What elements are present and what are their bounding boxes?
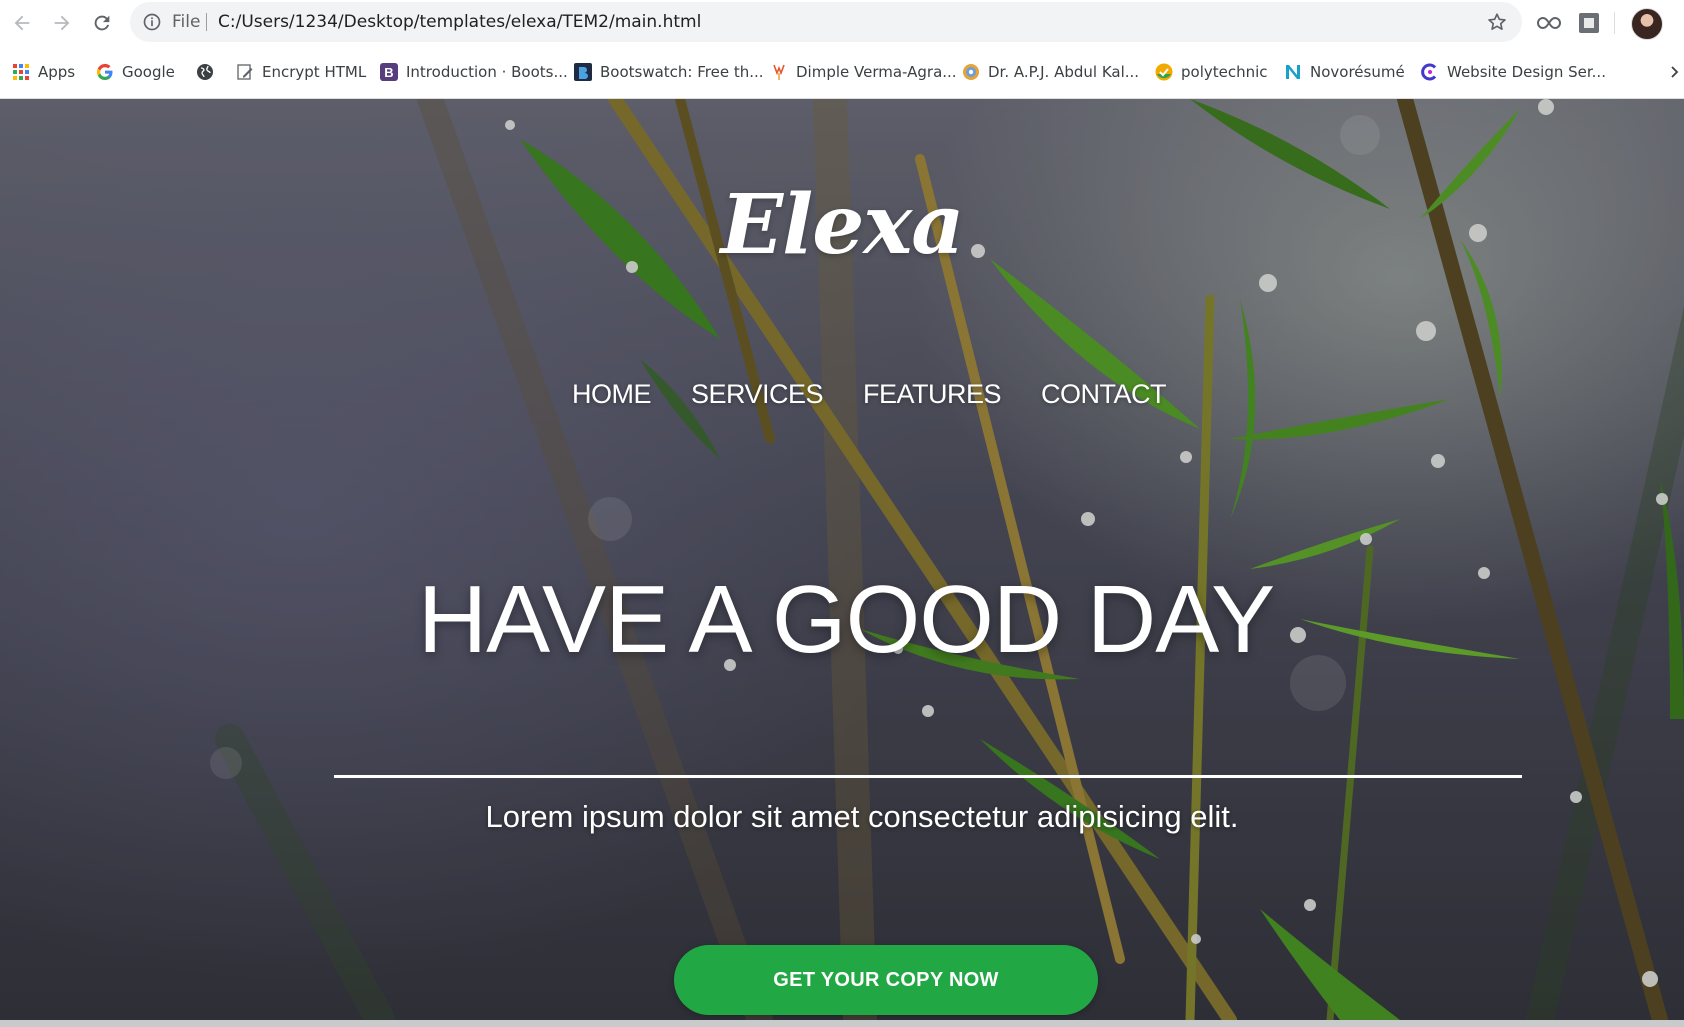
hero-divider <box>334 775 1522 778</box>
toolbar-divider <box>1614 12 1615 34</box>
get-copy-button[interactable]: GET YOUR COPY NOW <box>674 945 1098 1015</box>
bookmark-website-design[interactable]: Website Design Ser... <box>1421 60 1606 84</box>
bootswatch-icon <box>574 63 592 81</box>
n-logo-icon <box>1284 63 1302 81</box>
address-bar[interactable]: File C:/Users/1234/Desktop/templates/ele… <box>130 2 1522 42</box>
browser-toolbar: File C:/Users/1234/Desktop/templates/ele… <box>0 0 1684 46</box>
bookmark-bootswatch[interactable]: Bootswatch: Free th... <box>574 60 764 84</box>
bookmark-apj-abdul-kalam[interactable]: Dr. A.P.J. Abdul Kal... <box>962 60 1139 84</box>
circle-badge-icon <box>962 63 980 81</box>
bookmark-polytechnic[interactable]: polytechnic <box>1155 60 1268 84</box>
bookmark-google[interactable]: Google <box>96 60 175 84</box>
bookmark-label: Apps <box>38 63 76 81</box>
bookmark-label: Website Design Ser... <box>1447 63 1606 81</box>
forward-button[interactable] <box>48 9 76 37</box>
url-separator <box>206 13 207 31</box>
hero-headline: HAVE A GOOD DAY <box>417 566 1275 673</box>
horizontal-scrollbar[interactable] <box>0 1020 1684 1027</box>
bootstrap-icon: B <box>380 63 398 81</box>
url-text[interactable]: C:/Users/1234/Desktop/templates/elexa/TE… <box>218 12 701 32</box>
reload-icon <box>94 15 110 31</box>
c-logo-icon <box>1421 63 1439 81</box>
naukri-icon <box>770 63 788 81</box>
bookmark-label: polytechnic <box>1181 63 1268 81</box>
check-badge-icon <box>1155 63 1173 81</box>
bookmark-novoresume[interactable]: Novorésumé <box>1284 60 1405 84</box>
globe-icon <box>196 63 214 81</box>
svg-text:B: B <box>384 65 393 80</box>
bookmark-dimple-verma[interactable]: Dimple Verma-Agra... <box>770 60 957 84</box>
bookmarks-bar: Apps Google Encrypt HTML B Introduction … <box>0 46 1684 99</box>
info-icon[interactable] <box>142 12 162 32</box>
nav-home[interactable]: HOME <box>572 379 652 410</box>
bookmark-label: Google <box>122 63 175 81</box>
bookmarks-overflow-chevron-icon[interactable] <box>1670 60 1680 84</box>
forward-arrow-icon <box>54 15 70 31</box>
bookmark-label: Dimple Verma-Agra... <box>796 63 957 81</box>
bookmark-label: Encrypt HTML <box>262 63 367 81</box>
google-icon <box>96 63 114 81</box>
bookmark-label: Introduction · Boots... <box>406 63 568 81</box>
site-logo[interactable]: Elexa <box>0 177 1684 273</box>
bookmark-encrypt-html[interactable]: Encrypt HTML <box>236 60 366 84</box>
extension-tile-icon[interactable] <box>1576 10 1602 36</box>
nav-contact[interactable]: CONTACT <box>1041 379 1167 410</box>
url-scheme-label: File <box>172 12 201 32</box>
bookmark-bootstrap[interactable]: B Introduction · Boots... <box>380 60 568 84</box>
extension-infinity-icon[interactable] <box>1536 10 1562 36</box>
main-nav: HOME SERVICES FEATURES CONTACT <box>0 379 1684 410</box>
nav-services[interactable]: SERVICES <box>691 379 824 410</box>
bookmark-label: Novorésumé <box>1310 63 1405 81</box>
back-arrow-icon <box>14 15 30 31</box>
apps-grid-icon <box>12 63 30 81</box>
bookmark-label: Dr. A.P.J. Abdul Kal... <box>988 63 1140 81</box>
bookmark-label: Bootswatch: Free th... <box>600 63 764 81</box>
bookmark-apps[interactable]: Apps <box>12 60 75 84</box>
nav-features[interactable]: FEATURES <box>863 379 1002 410</box>
bookmark-globe[interactable] <box>196 60 222 84</box>
bookmark-star-icon[interactable] <box>1486 11 1508 33</box>
pencil-page-icon <box>236 63 254 81</box>
hero-subheadline: Lorem ipsum dolor sit amet consectetur a… <box>485 799 1239 834</box>
page-viewport: Elexa HOME SERVICES FEATURES CONTACT HAV… <box>0 99 1684 1020</box>
profile-avatar[interactable] <box>1631 8 1663 40</box>
back-button[interactable] <box>8 9 36 37</box>
reload-button[interactable] <box>88 9 116 37</box>
